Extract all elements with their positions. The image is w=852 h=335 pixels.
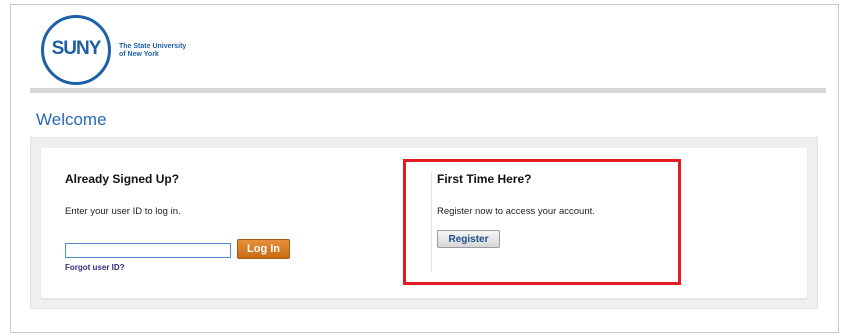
highlight-box bbox=[403, 159, 681, 285]
forgot-userid-link[interactable]: Forgot user ID? bbox=[65, 263, 125, 272]
login-button[interactable]: Log In bbox=[237, 239, 290, 259]
suny-logo[interactable]: SUNY The State University of New York bbox=[41, 15, 191, 85]
signed-up-description: Enter your user ID to log in. bbox=[65, 206, 181, 217]
header-divider bbox=[30, 88, 826, 93]
logo-text-line1: The State University bbox=[119, 43, 187, 50]
logo-text: The State University of New York bbox=[119, 43, 209, 59]
page-title: Welcome bbox=[36, 110, 107, 129]
userid-input[interactable] bbox=[65, 243, 231, 258]
signed-up-heading: Already Signed Up? bbox=[65, 172, 180, 186]
logo-mark: SUNY bbox=[51, 38, 102, 59]
login-row: Log In bbox=[65, 239, 365, 259]
signed-up-section: Already Signed Up? Enter your user ID to… bbox=[65, 172, 365, 272]
logo-text-line2: of New York bbox=[119, 51, 159, 58]
